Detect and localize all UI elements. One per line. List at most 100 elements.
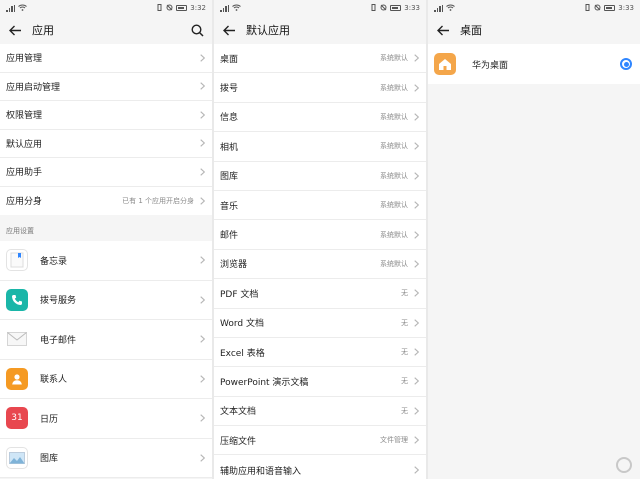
default-app-row[interactable]: 浏览器 系统默认: [214, 250, 426, 280]
page-title: 应用: [32, 24, 54, 37]
default-app-row[interactable]: 音乐 系统默认: [214, 191, 426, 221]
default-app-row[interactable]: PowerPoint 演示文稿 无: [214, 367, 426, 397]
chevron-right-icon: [198, 196, 206, 206]
default-app-row[interactable]: 信息 系统默认: [214, 103, 426, 133]
chevron-right-icon: [198, 295, 206, 305]
chevron-right-icon: [412, 406, 420, 416]
row-label: 信息: [220, 113, 239, 124]
default-apps-list: 桌面 系统默认 拨号 系统默认 信息 系统默认 相机 系统默认 图库 系统默认 音乐 系统默认 邮件 系统…: [214, 44, 426, 479]
chevron-right-icon: [412, 112, 420, 122]
app-bar: 应用: [0, 16, 212, 44]
row-app-twin[interactable]: 应用分身 已有 1 个应用开启分身: [0, 187, 212, 216]
row-label: Word 文档: [220, 319, 264, 330]
signal-icon: [6, 4, 15, 12]
radio-selected-icon[interactable]: [620, 58, 632, 70]
default-app-row[interactable]: 桌面 系统默认: [214, 44, 426, 74]
default-app-row[interactable]: 压缩文件 文件管理: [214, 426, 426, 456]
chevron-right-icon: [198, 167, 206, 177]
vibrate-icon: [156, 3, 163, 13]
contact-icon: [6, 367, 28, 390]
launcher-select-screen: 3:33 桌面 华为桌面: [428, 0, 640, 479]
signal-icon: [220, 4, 229, 12]
row-value: 系统默认: [380, 54, 408, 63]
back-arrow-icon[interactable]: [6, 21, 24, 39]
chevron-right-icon: [412, 200, 420, 210]
row-label: 音乐: [220, 201, 239, 212]
battery-icon: [604, 5, 616, 11]
row-value: 无: [401, 406, 408, 415]
back-arrow-icon[interactable]: [434, 21, 452, 39]
default-app-row[interactable]: 辅助应用和语音输入: [214, 455, 426, 479]
default-app-row[interactable]: Excel 表格 无: [214, 338, 426, 368]
app-row-calendar[interactable]: 31 日历: [0, 399, 212, 439]
app-row-contacts[interactable]: 联系人: [0, 359, 212, 399]
app-label: 联系人: [40, 375, 68, 386]
calendar-icon-text: 31: [11, 413, 23, 424]
default-app-row[interactable]: 拨号 系统默认: [214, 73, 426, 103]
default-app-row[interactable]: 邮件 系统默认: [214, 220, 426, 250]
default-app-row[interactable]: PDF 文档 无: [214, 279, 426, 309]
row-label: 权限管理: [6, 111, 43, 122]
chevron-right-icon: [198, 110, 206, 120]
phone-icon: [6, 288, 28, 311]
mute-icon: [166, 4, 173, 13]
status-time: 3:32: [190, 4, 206, 12]
chevron-right-icon: [412, 288, 420, 298]
app-bar: 桌面: [428, 16, 640, 44]
chevron-right-icon: [198, 255, 206, 265]
chevron-right-icon: [412, 318, 420, 328]
launcher-list: 华为桌面: [428, 44, 640, 84]
chevron-right-icon: [198, 453, 206, 463]
wifi-icon: [18, 4, 27, 13]
watermark: [616, 457, 632, 473]
row-permissions[interactable]: 权限管理: [0, 101, 212, 130]
row-value: 无: [401, 289, 408, 298]
app-row-dialer[interactable]: 拨号服务: [0, 280, 212, 320]
default-app-row[interactable]: 文本文档 无: [214, 397, 426, 427]
row-app-launch[interactable]: 应用启动管理: [0, 73, 212, 101]
status-time: 3:33: [618, 4, 634, 12]
app-row-gallery[interactable]: 图库: [0, 438, 212, 478]
row-label: 拨号: [220, 84, 239, 95]
back-arrow-icon[interactable]: [220, 21, 238, 39]
page-title: 默认应用: [246, 24, 290, 37]
app-label: 电子邮件: [40, 335, 77, 346]
mail-icon: [6, 328, 28, 351]
app-row-memo[interactable]: 备忘录: [0, 241, 212, 281]
wifi-icon: [232, 4, 241, 13]
chevron-right-icon: [198, 374, 206, 384]
launcher-option-huawei[interactable]: 华为桌面: [428, 44, 640, 84]
row-value: 系统默认: [380, 171, 408, 180]
row-label: 相机: [220, 142, 239, 153]
row-value: 系统默认: [380, 201, 408, 210]
chevron-right-icon: [412, 376, 420, 386]
row-default-apps[interactable]: 默认应用: [0, 130, 212, 158]
mute-icon: [594, 4, 601, 13]
row-label: 应用管理: [6, 54, 43, 65]
status-bar: 3:32: [0, 0, 212, 16]
default-app-row[interactable]: 相机 系统默认: [214, 132, 426, 162]
status-time: 3:33: [404, 4, 420, 12]
chevron-right-icon: [198, 138, 206, 148]
row-label: 邮件: [220, 231, 239, 242]
battery-icon: [390, 5, 402, 11]
row-app-assistant[interactable]: 应用助手: [0, 158, 212, 187]
battery-icon: [176, 5, 188, 11]
row-value: 无: [401, 348, 408, 357]
row-label: 文本文档: [220, 407, 257, 418]
row-label: 辅助应用和语音输入: [220, 466, 302, 477]
default-app-row[interactable]: Word 文档 无: [214, 309, 426, 338]
app-label: 图库: [40, 454, 59, 465]
default-app-row[interactable]: 图库 系统默认: [214, 162, 426, 191]
app-row-email[interactable]: 电子邮件: [0, 320, 212, 360]
settings-list: 应用管理 应用启动管理 权限管理 默认应用 应用助手 应用分身 已有 1 个应用…: [0, 44, 212, 215]
row-label: PowerPoint 演示文稿: [220, 377, 309, 388]
row-label: 应用助手: [6, 168, 43, 179]
search-icon[interactable]: [188, 21, 206, 39]
row-app-management[interactable]: 应用管理: [0, 44, 212, 73]
vibrate-icon: [370, 3, 377, 13]
app-label: 拨号服务: [40, 296, 77, 307]
chevron-right-icon: [198, 53, 206, 63]
row-value: 系统默认: [380, 259, 408, 268]
section-header: 应用设置: [0, 215, 212, 241]
